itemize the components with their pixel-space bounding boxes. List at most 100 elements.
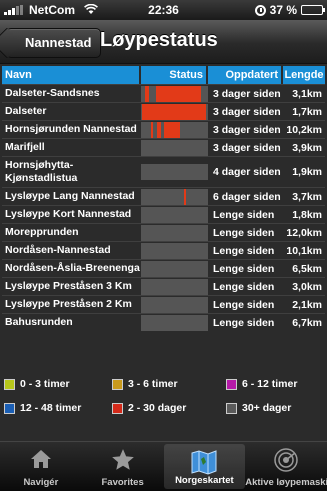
table-row[interactable]: Nordåsen-Nannestad Lenge siden 10,1km [2, 241, 325, 259]
updated-text: Lenge siden [213, 226, 275, 239]
updated-text: Lenge siden [213, 298, 275, 311]
map-icon [190, 449, 218, 478]
trail-length: 10,1km [286, 244, 322, 257]
updated-text: Lenge siden [213, 262, 275, 275]
tab-map[interactable]: Norgeskartet [163, 444, 246, 489]
table-header: Navn Status Oppdatert Lengde [2, 66, 325, 84]
column-header-status[interactable]: Status [141, 66, 208, 84]
status-segment [157, 121, 162, 138]
column-header-navn[interactable]: Navn [2, 66, 141, 84]
rotation-lock-icon [254, 4, 266, 16]
tab-label: Navigér [23, 477, 59, 488]
status-bar-indicator [141, 164, 208, 180]
trail-name: Hornsjøhytta-Kjønstadlistua [5, 159, 78, 184]
trail-name: Lysløype Lang Nannestad [5, 190, 135, 202]
status-bar-indicator [141, 314, 208, 331]
trail-name: Lysløype Preståsen 2 Km [5, 298, 132, 310]
trail-length: 1,9km [292, 166, 322, 178]
trail-name: Morepprunden [5, 226, 79, 238]
status-bar-indicator [141, 103, 208, 120]
trail-status-table: Navn Status Oppdatert Lengde Dalseter-Sa… [2, 66, 325, 331]
status-segment [145, 85, 150, 102]
status-segment [183, 188, 186, 205]
updated-text: 6 dager siden [213, 190, 281, 203]
table-row[interactable]: Morepprunden Lenge siden 12,0km [2, 223, 325, 241]
status-bar-indicator [141, 85, 208, 102]
legend-label: 30+ dager [242, 402, 292, 414]
legend: 0 - 3 timer 3 - 6 timer 6 - 12 timer 12 - 4… [2, 372, 325, 420]
tab-label: Aktive løypemaskiner [245, 477, 327, 488]
status-bar-indicator [141, 260, 208, 277]
status-segment [142, 103, 206, 120]
trail-name: Dalseter [5, 105, 47, 117]
status-bar-indicator [141, 139, 208, 156]
tab-bar: Navigér Favorites Norgeskartet Aktive løype… [0, 441, 327, 491]
legend-label: 3 - 6 timer [128, 378, 178, 390]
tab-label: Favorites [101, 477, 144, 488]
trail-length: 6,5km [292, 262, 322, 275]
home-icon [29, 447, 53, 474]
legend-label: 6 - 12 timer [242, 378, 298, 390]
legend-item: 30+ dager [226, 402, 291, 414]
battery-icon [301, 5, 325, 15]
status-bar-indicator [141, 278, 208, 295]
tab-home[interactable]: Navigér [0, 442, 82, 491]
column-header-lengde[interactable]: Lengde [283, 66, 325, 84]
legend-swatch [226, 378, 237, 390]
legend-item: 6 - 12 timer [226, 378, 297, 390]
table-row[interactable]: Dalseter 3 dager siden 1,7km [2, 102, 325, 120]
status-bar-indicator [141, 188, 208, 205]
table-body: Dalseter-Sandsnes 3 dager siden 3,1km Dalse… [2, 84, 325, 331]
trail-name: Lysløype Preståsen 3 Km [5, 280, 132, 292]
legend-item: 0 - 3 timer [4, 378, 70, 390]
status-bar: NetCom 22:36 37 % [0, 0, 327, 20]
legend-item: 3 - 6 timer [112, 378, 178, 390]
legend-swatch [112, 378, 123, 390]
trail-length: 3,0km [292, 280, 322, 293]
trail-length: 10,2km [286, 123, 322, 136]
trail-length: 2,1km [292, 298, 322, 311]
trail-length: 12,0km [286, 226, 322, 239]
legend-swatch [4, 402, 15, 414]
trail-name: Lysløype Kort Nannestad [5, 208, 132, 220]
page-title: Løypestatus [100, 29, 218, 51]
tab-label: Norgeskartet [175, 475, 234, 486]
table-row[interactable]: Lysløype Lang Nannestad 6 dager siden 3,7k… [2, 187, 325, 205]
radar-icon [273, 447, 299, 476]
table-row[interactable]: Hornsjørunden Nannestad 3 dager siden 10,2… [2, 120, 325, 138]
status-segment [164, 121, 180, 138]
table-row[interactable]: Lysløype Kort Nannestad Lenge siden 1,8km [2, 205, 325, 223]
updated-text: 4 dager siden [213, 166, 281, 178]
trail-name: Nordåsen-Nannestad [5, 244, 111, 256]
tab-star[interactable]: Favorites [82, 442, 164, 491]
status-segment [151, 121, 154, 138]
trail-name: Nordåsen-Åslia-Breenenga [5, 262, 140, 274]
status-bar-indicator [141, 206, 208, 223]
table-row[interactable]: Dalseter-Sandsnes 3 dager siden 3,1km [2, 84, 325, 102]
table-row[interactable]: Lysløype Preståsen 2 Km Lenge siden 2,1km [2, 295, 325, 313]
trail-length: 3,1km [292, 87, 322, 100]
updated-text: 3 dager siden [213, 87, 281, 100]
trail-length: 3,7km [292, 190, 322, 203]
column-header-oppdatert[interactable]: Oppdatert [208, 66, 283, 84]
trail-name: Dalseter-Sandsnes [5, 87, 100, 99]
back-button[interactable]: Nannestad [6, 28, 102, 58]
status-bar-indicator [141, 242, 208, 259]
table-row[interactable]: Marifjell 3 dager siden 3,9km [2, 138, 325, 156]
trail-length: 1,7km [292, 105, 322, 118]
legend-swatch [112, 402, 123, 414]
tab-radar[interactable]: Aktive løypemaskiner [245, 442, 327, 491]
legend-label: 12 - 48 timer [20, 402, 82, 414]
battery-percent: 37 % [269, 3, 297, 17]
status-bar-indicator [141, 296, 208, 313]
legend-swatch [226, 402, 237, 414]
table-row[interactable]: Bahusrunden Lenge siden 6,7km [2, 313, 325, 331]
legend-label: 0 - 3 timer [20, 378, 70, 390]
table-row[interactable]: Lysløype Preståsen 3 Km Lenge siden 3,0km [2, 277, 325, 295]
legend-item: 2 - 30 dager [112, 402, 186, 414]
updated-text: 3 dager siden [213, 105, 281, 118]
table-row[interactable]: Nordåsen-Åslia-Breenenga Lenge siden 6,5km [2, 259, 325, 277]
legend-label: 2 - 30 dager [128, 402, 187, 414]
table-row[interactable]: Hornsjøhytta-Kjønstadlistua 4 dager siden… [2, 156, 325, 187]
status-bar-indicator [141, 121, 208, 138]
